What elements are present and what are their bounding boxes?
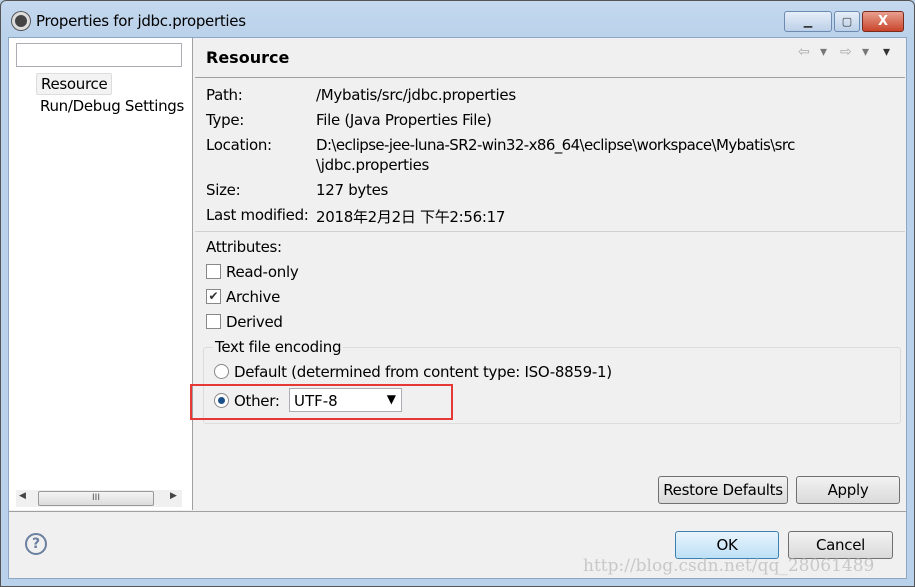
- watermark: http://blog.csdn.net/qq_28061489: [583, 556, 875, 576]
- page-title: Resource: [206, 48, 290, 67]
- minimize-button[interactable]: ▁: [784, 11, 832, 32]
- app-icon: [12, 12, 30, 30]
- highlight-box: [190, 384, 453, 420]
- last-modified-value: 2018年2月2日 下午2:56:17: [316, 208, 506, 226]
- ok-button[interactable]: OK: [675, 531, 779, 559]
- derived-checkbox[interactable]: [206, 314, 221, 329]
- text-encoding-label: Text file encoding: [213, 338, 344, 356]
- location-value-cont: \jdbc.properties: [316, 156, 430, 174]
- derived-label[interactable]: Derived: [226, 313, 283, 331]
- restore-defaults-button[interactable]: Restore Defaults: [658, 476, 788, 504]
- location-value: D:\eclipse-jee-luna-SR2-win32-x86_64\ecl…: [316, 136, 795, 154]
- path-value: /Mybatis/src/jdbc.properties: [316, 86, 516, 104]
- forward-menu-icon[interactable]: ▾: [862, 44, 869, 60]
- location-label: Location:: [206, 136, 272, 154]
- archive-label[interactable]: Archive: [226, 288, 280, 306]
- sidebar-item-run-debug-settings[interactable]: Run/Debug Settings: [40, 97, 186, 115]
- sidebar-scrollbar[interactable]: ◀ III ▶: [16, 490, 182, 507]
- size-value: 127 bytes: [316, 181, 389, 199]
- scroll-right-icon[interactable]: ▶: [170, 491, 177, 501]
- close-button[interactable]: X: [862, 11, 904, 32]
- forward-icon[interactable]: ⇨: [840, 44, 852, 60]
- divider: [9, 511, 906, 512]
- sidebar-item-resource[interactable]: Resource: [36, 73, 113, 95]
- cancel-button[interactable]: Cancel: [788, 531, 893, 559]
- scroll-thumb[interactable]: III: [38, 491, 154, 506]
- filter-input[interactable]: [16, 43, 182, 67]
- back-icon[interactable]: ⇦: [798, 44, 810, 60]
- default-encoding-label[interactable]: Default (determined from content type: I…: [234, 363, 612, 381]
- default-encoding-radio[interactable]: [214, 364, 229, 379]
- back-menu-icon[interactable]: ▾: [820, 44, 827, 60]
- divider: [195, 231, 905, 232]
- help-icon[interactable]: ?: [25, 533, 47, 555]
- read-only-label[interactable]: Read-only: [226, 263, 299, 281]
- type-value: File (Java Properties File): [316, 111, 492, 129]
- last-modified-label: Last modified:: [206, 206, 309, 224]
- view-menu-icon[interactable]: ▾: [883, 44, 890, 60]
- maximize-button[interactable]: ▢: [834, 11, 860, 32]
- size-label: Size:: [206, 181, 241, 199]
- read-only-checkbox[interactable]: [206, 264, 221, 279]
- apply-button[interactable]: Apply: [796, 476, 900, 504]
- divider: [195, 77, 905, 78]
- scroll-left-icon[interactable]: ◀: [19, 491, 26, 501]
- type-label: Type:: [206, 111, 245, 129]
- archive-checkbox[interactable]: ✔: [206, 289, 221, 304]
- window-title: Properties for jdbc.properties: [36, 12, 246, 30]
- path-label: Path:: [206, 86, 243, 104]
- attributes-label: Attributes:: [206, 238, 282, 256]
